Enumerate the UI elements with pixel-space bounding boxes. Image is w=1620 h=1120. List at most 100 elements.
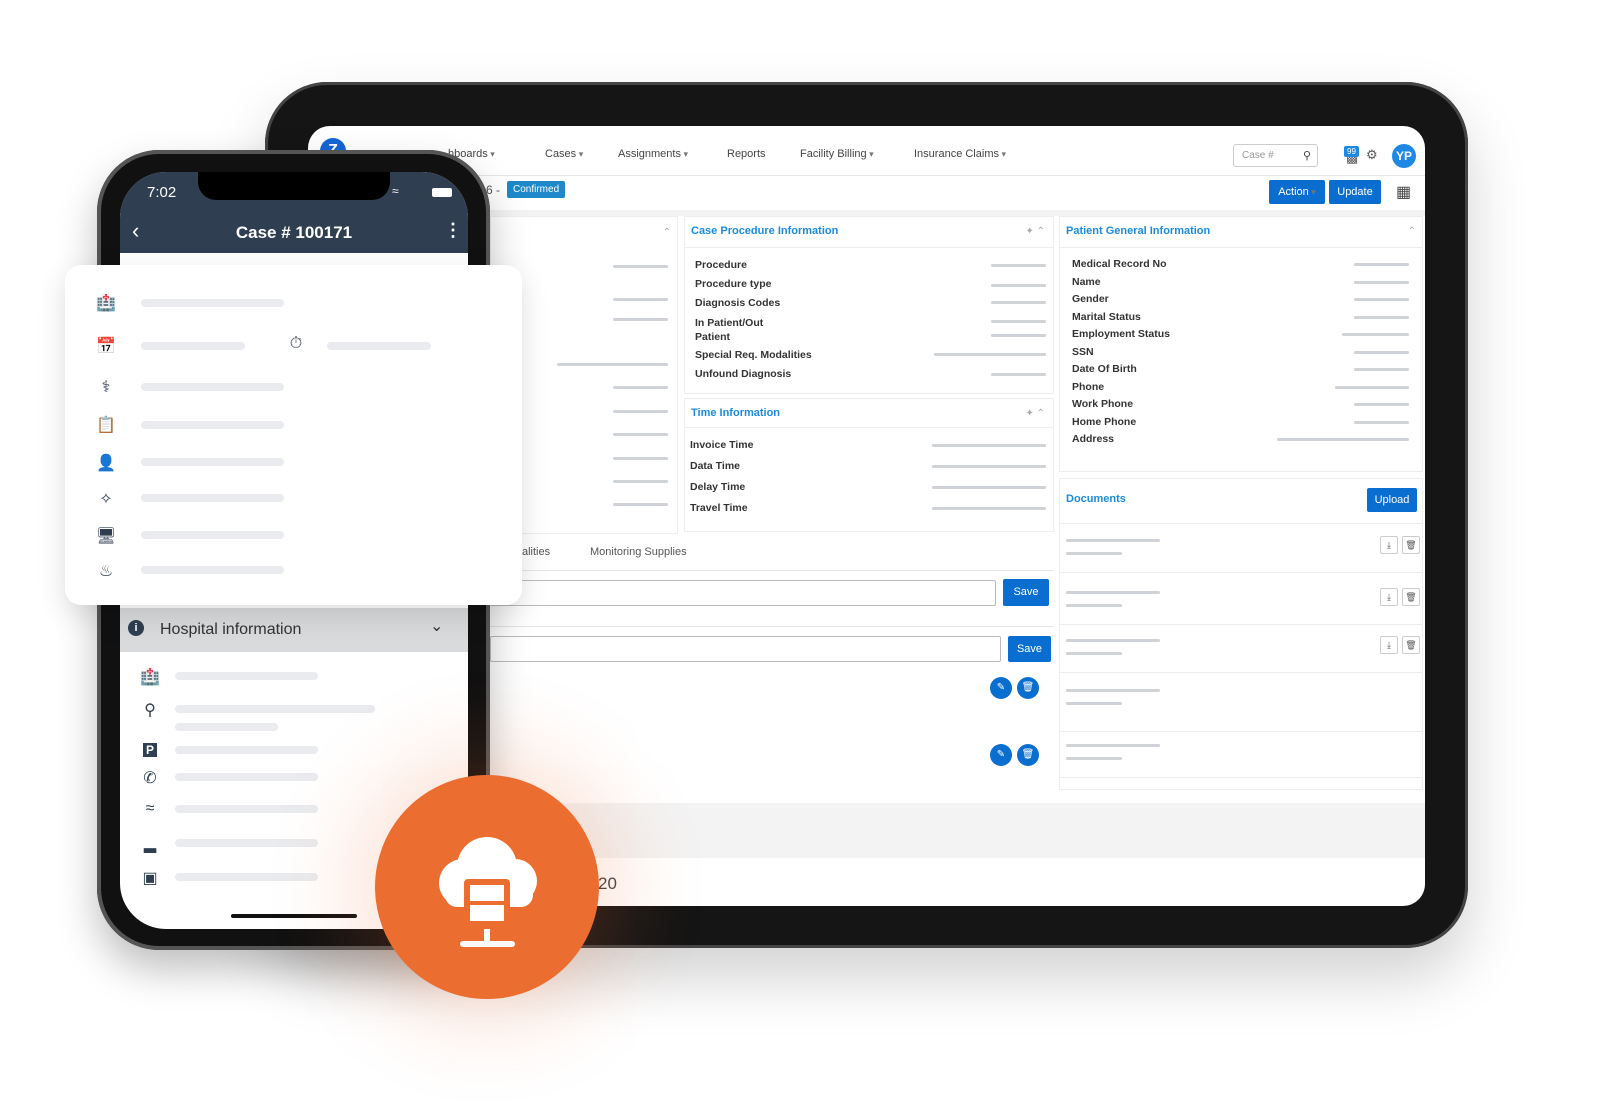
trash-icon[interactable]: 🗑 bbox=[1402, 588, 1420, 606]
apps-grid-icon[interactable]: ▦ bbox=[1396, 182, 1411, 202]
documents-title: Documents bbox=[1066, 493, 1126, 505]
patient-label: Marital Status bbox=[1072, 310, 1141, 323]
edit-icon[interactable]: ✎ bbox=[990, 744, 1012, 766]
time-info-panel: Time Information ✦ ⌃ Invoice Time Data T… bbox=[684, 398, 1054, 532]
trash-icon[interactable]: 🗑 bbox=[1402, 536, 1420, 554]
document-name-placeholder bbox=[1066, 639, 1160, 642]
value-placeholder bbox=[1354, 403, 1409, 406]
update-button[interactable]: Update bbox=[1329, 180, 1381, 204]
password-icon: ▣ bbox=[142, 870, 158, 887]
download-icon[interactable]: ⤓ bbox=[1380, 588, 1398, 606]
patient-label: Work Phone bbox=[1072, 398, 1134, 410]
download-icon[interactable]: ⤓ bbox=[1380, 636, 1398, 654]
phone-title: Case # 100171 bbox=[235, 223, 353, 242]
patient-label: Home Phone bbox=[1072, 415, 1137, 428]
supply-input-1[interactable] bbox=[490, 580, 996, 606]
gear-icon[interactable]: ⚙ bbox=[1366, 147, 1378, 163]
document-name-placeholder bbox=[1066, 757, 1122, 760]
home-indicator bbox=[231, 914, 357, 918]
surgery-icon: ♨ bbox=[98, 563, 114, 580]
status-time: 7:02 bbox=[147, 184, 177, 201]
case-detail-card: 🏥 📅 ⏱ ⚕ 📋 👤 ✧ 🖥 ♨ bbox=[65, 265, 522, 605]
label-data-time: Data Time bbox=[690, 460, 740, 472]
patient-label: SSN bbox=[1072, 345, 1094, 358]
monitor-icon: 🖥 bbox=[95, 528, 117, 545]
cloud-server-icon bbox=[439, 837, 537, 947]
save-button[interactable]: Save bbox=[1008, 636, 1051, 662]
document-name-placeholder bbox=[1066, 744, 1160, 747]
supplies-section: alities Monitoring Supplies Save Save ✎ … bbox=[490, 534, 1054, 794]
wrench-collapse-icon[interactable]: ✦ ⌃ bbox=[1025, 226, 1045, 237]
wifi-icon: ≈ bbox=[145, 800, 155, 817]
document-name-placeholder bbox=[1066, 689, 1160, 692]
more-icon[interactable]: ⋮ bbox=[444, 220, 462, 241]
patient-label: Phone bbox=[1072, 380, 1105, 393]
label-unfound-diagnosis: Unfound Diagnosis bbox=[695, 368, 792, 380]
nav-assignments[interactable]: Assignments bbox=[618, 148, 688, 160]
avatar[interactable]: YP bbox=[1392, 144, 1416, 168]
upload-button[interactable]: Upload bbox=[1367, 488, 1417, 512]
value-placeholder bbox=[1354, 280, 1409, 284]
wrench-collapse-icon[interactable]: ✦ ⌃ bbox=[1025, 408, 1045, 419]
location-pin-icon: ⚲ bbox=[144, 702, 156, 719]
nav-insurance-claims[interactable]: Insurance Claims bbox=[914, 148, 1006, 160]
trash-icon[interactable]: 🗑 bbox=[1402, 636, 1420, 654]
battery-icon bbox=[432, 188, 452, 197]
case-number: 6 - bbox=[486, 183, 501, 197]
label-special-req: Special Req. Modalities bbox=[695, 349, 812, 361]
tab-modalities[interactable]: alities bbox=[522, 546, 550, 558]
label-delay-time: Delay Time bbox=[690, 481, 746, 493]
case-procedure-title: Case Procedure Information bbox=[691, 225, 839, 237]
patient-label: Gender bbox=[1072, 293, 1109, 305]
value-placeholder bbox=[1354, 315, 1409, 319]
notification-badge: 99 bbox=[1344, 146, 1359, 157]
document-name-placeholder bbox=[1066, 604, 1122, 607]
hospital-info-title: Hospital information bbox=[160, 621, 302, 638]
value-placeholder bbox=[1354, 368, 1409, 371]
patient-label: Name bbox=[1072, 275, 1101, 288]
download-icon[interactable]: ⤓ bbox=[1380, 536, 1398, 554]
value-placeholder bbox=[1335, 385, 1409, 389]
supply-input-2[interactable] bbox=[490, 636, 1001, 662]
nav-cases[interactable]: Cases bbox=[545, 148, 583, 160]
footer-text: 20 bbox=[598, 874, 617, 893]
hospital-info-header[interactable]: i Hospital information ⌄ bbox=[120, 608, 468, 652]
collapse-icon[interactable]: ⌃ bbox=[663, 227, 671, 238]
notch bbox=[198, 172, 390, 200]
case-search-input[interactable]: Case # ⚲ bbox=[1233, 144, 1318, 167]
label-travel-time: Travel Time bbox=[690, 502, 748, 514]
document-name-placeholder bbox=[1066, 552, 1122, 555]
patient-label: Employment Status bbox=[1072, 328, 1171, 340]
patient-icon: 👤 bbox=[96, 455, 116, 472]
value-placeholder bbox=[1354, 350, 1409, 354]
tab-monitoring-supplies[interactable]: Monitoring Supplies bbox=[590, 546, 687, 558]
value-placeholder bbox=[1354, 263, 1409, 266]
chevron-down-icon[interactable]: ⌄ bbox=[430, 616, 443, 636]
phone-icon: ✆ bbox=[143, 770, 157, 787]
hospital-icon: 🏥 bbox=[140, 669, 160, 686]
procedure-icon: ✧ bbox=[99, 491, 113, 508]
label-in-out-patient: In Patient/Out Patient bbox=[695, 317, 764, 343]
save-button[interactable]: Save bbox=[1003, 579, 1049, 606]
label-procedure: Procedure bbox=[695, 259, 747, 271]
delete-icon[interactable]: 🗑 bbox=[1017, 677, 1039, 699]
patient-label: Date Of Birth bbox=[1072, 363, 1137, 375]
search-icon[interactable]: ⚲ bbox=[1303, 149, 1311, 162]
edit-icon[interactable]: ✎ bbox=[990, 677, 1012, 699]
wifi-icon: ≈ bbox=[392, 184, 399, 198]
document-name-placeholder bbox=[1066, 591, 1160, 594]
hospital-icon: 🏥 bbox=[96, 295, 116, 312]
action-button[interactable]: Action bbox=[1269, 180, 1325, 204]
clipboard-icon: 📋 bbox=[96, 417, 116, 434]
phone-header: 7:02 ≈ ‹ Case # 100171 ⋮ bbox=[120, 172, 468, 253]
collapse-icon[interactable]: ⌃ bbox=[1408, 226, 1416, 237]
document-name-placeholder bbox=[1066, 652, 1122, 655]
search-placeholder: Case # bbox=[1242, 150, 1274, 161]
label-diagnosis-codes: Diagnosis Codes bbox=[695, 297, 781, 309]
nav-facility-billing[interactable]: Facility Billing bbox=[800, 148, 874, 160]
value-placeholder bbox=[1342, 333, 1409, 336]
delete-icon[interactable]: 🗑 bbox=[1017, 744, 1039, 766]
patient-label: Medical Record No bbox=[1072, 258, 1167, 270]
nav-reports[interactable]: Reports bbox=[727, 148, 766, 160]
calendar-icon: 📅 bbox=[96, 338, 116, 355]
